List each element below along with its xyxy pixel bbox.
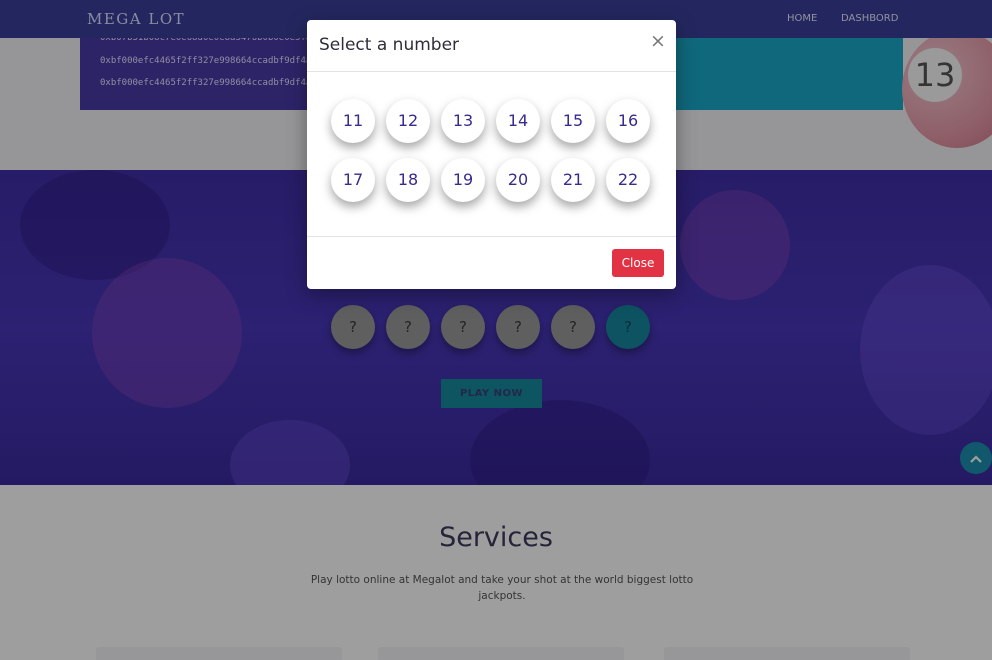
number-option[interactable]: 13 [441,99,485,143]
number-option[interactable]: 15 [551,99,595,143]
number-option[interactable]: 21 [551,158,595,202]
number-option[interactable]: 17 [331,158,375,202]
number-option[interactable]: 22 [606,158,650,202]
number-option[interactable]: 19 [441,158,485,202]
modal-footer-divider [307,236,676,237]
close-icon[interactable]: × [648,30,668,52]
number-option[interactable]: 12 [386,99,430,143]
number-option[interactable]: 18 [386,158,430,202]
number-option[interactable]: 16 [606,99,650,143]
modal-header-divider [307,71,676,72]
modal-title: Select a number [319,35,460,55]
select-number-modal: Select a number × 11 12 13 14 15 16 17 1… [307,20,676,289]
number-option[interactable]: 20 [496,158,540,202]
number-option[interactable]: 14 [496,99,540,143]
close-button[interactable]: Close [612,249,664,277]
number-option[interactable]: 11 [331,99,375,143]
